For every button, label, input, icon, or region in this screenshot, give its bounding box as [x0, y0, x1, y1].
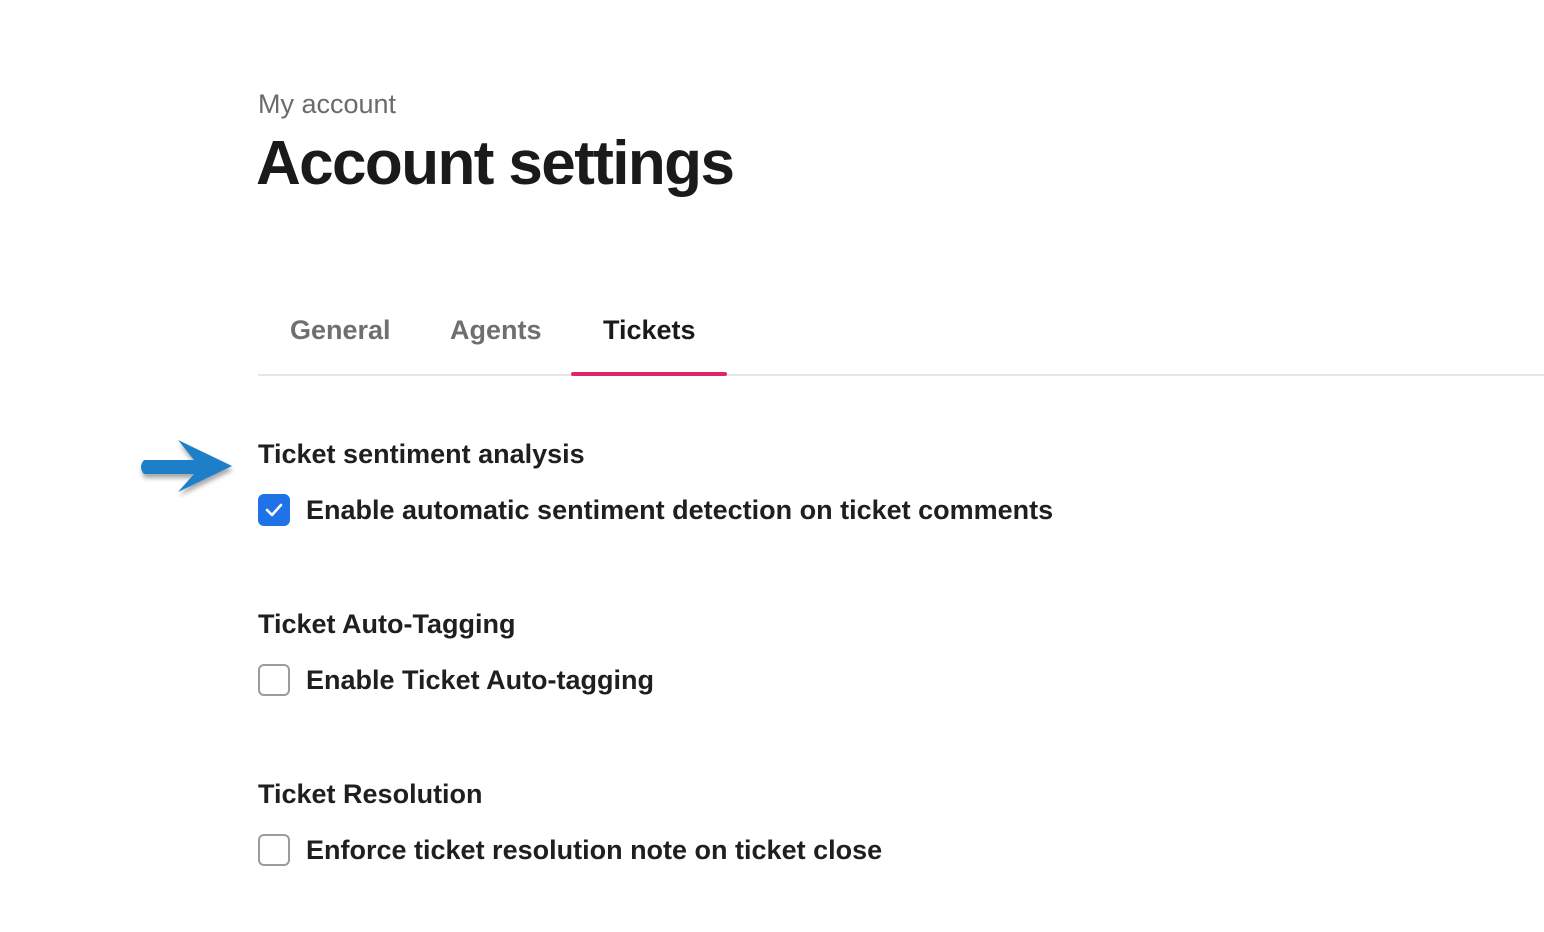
auto-tagging-option[interactable]: Enable Ticket Auto-tagging — [258, 662, 654, 698]
settings-page: My account Account settings General Agen… — [0, 0, 1544, 932]
active-tab-indicator — [571, 372, 727, 376]
checkmark-icon — [265, 503, 283, 517]
tab-general[interactable]: General — [290, 310, 391, 350]
resolution-note-option[interactable]: Enforce ticket resolution note on ticket… — [258, 832, 882, 868]
option-label: Enable automatic sentiment detection on … — [306, 495, 1054, 525]
breadcrumb[interactable]: My account — [258, 86, 396, 122]
arrow-right-icon — [141, 440, 232, 492]
resolution-note-checkbox[interactable] — [258, 834, 290, 866]
section-auto-tagging: Ticket Auto-Tagging Enable Ticket Auto-t… — [258, 606, 654, 696]
tab-bar: General Agents Tickets — [258, 300, 1544, 376]
section-sentiment-analysis: Ticket sentiment analysis Enable automat… — [258, 436, 1053, 526]
section-ticket-resolution: Ticket Resolution Enforce ticket resolut… — [258, 776, 882, 866]
section-title: Ticket Resolution — [258, 779, 483, 809]
page-title: Account settings — [256, 129, 735, 198]
option-label: Enable Ticket Auto-tagging — [306, 665, 655, 695]
tab-agents[interactable]: Agents — [450, 310, 542, 350]
option-label: Enforce ticket resolution note on ticket… — [306, 835, 883, 865]
section-title: Ticket Auto-Tagging — [258, 609, 516, 639]
section-title: Ticket sentiment analysis — [258, 439, 585, 469]
tab-tickets[interactable]: Tickets — [603, 310, 696, 350]
sentiment-detection-checkbox[interactable] — [258, 494, 290, 526]
auto-tagging-checkbox[interactable] — [258, 664, 290, 696]
sentiment-detection-option[interactable]: Enable automatic sentiment detection on … — [258, 492, 1053, 528]
